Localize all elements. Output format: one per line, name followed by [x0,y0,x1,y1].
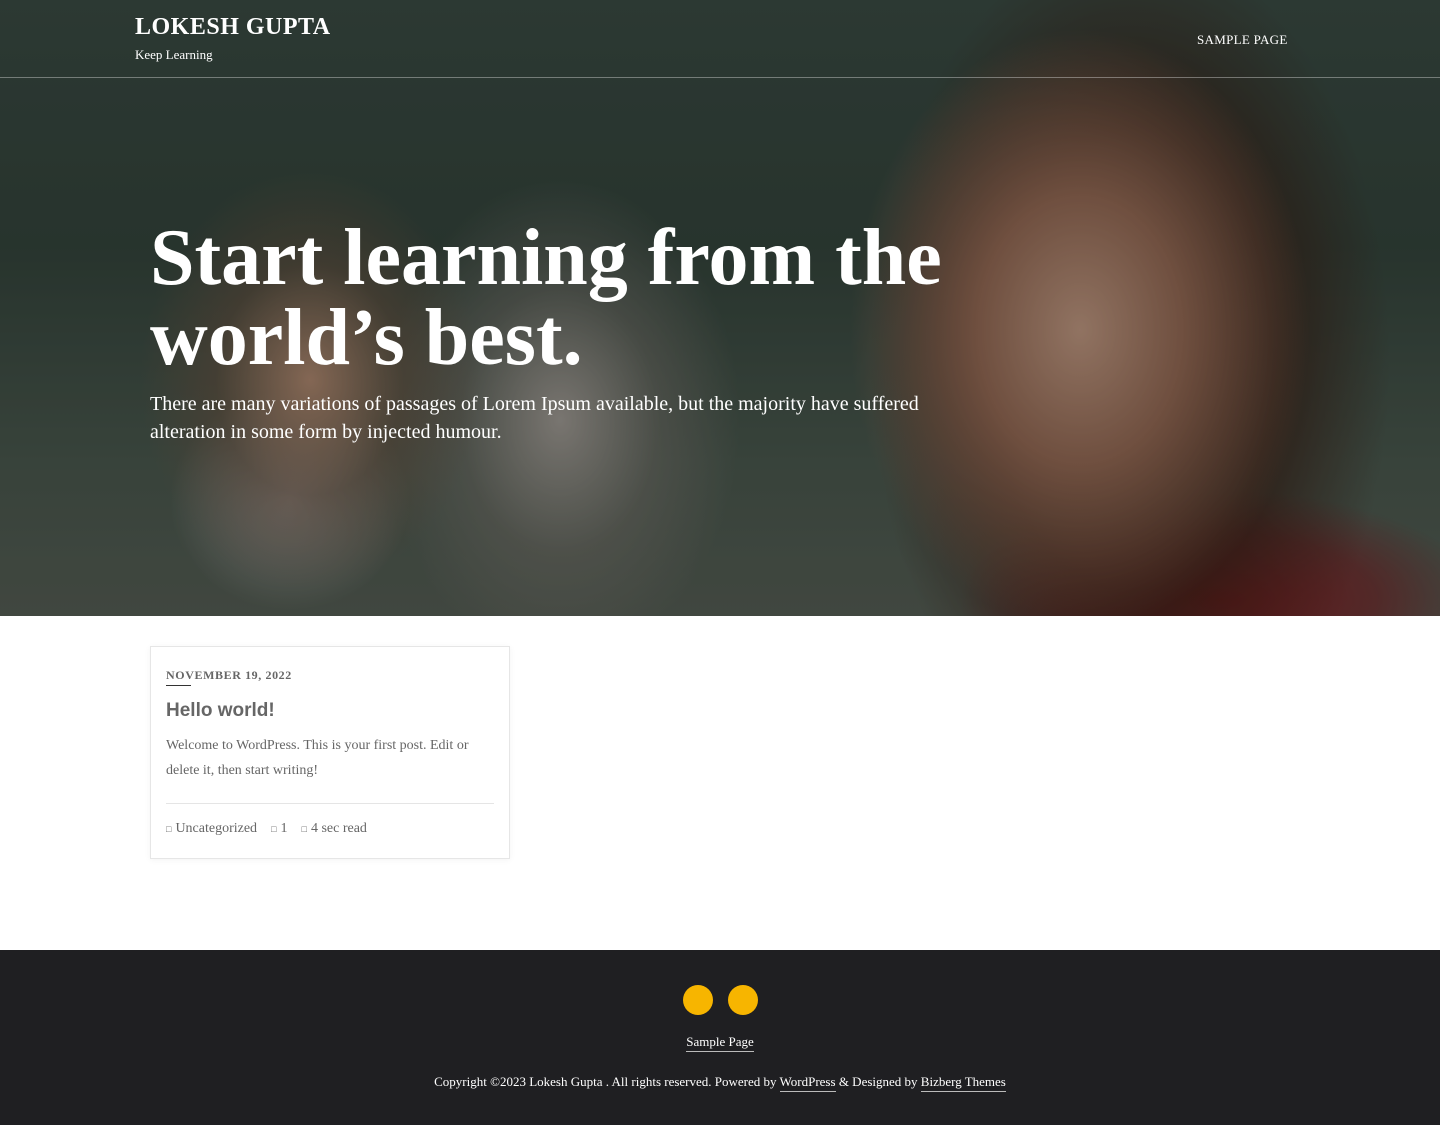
post-title[interactable]: Hello world! [166,700,275,722]
comment-icon: □ [271,824,277,834]
comment-count[interactable]: 1 [281,821,288,837]
read-time: 4 sec read [310,821,367,836]
folder-icon: □ [166,824,172,834]
social-icon[interactable] [683,985,713,1015]
wordpress-link[interactable]: WordPress [779,1074,836,1092]
copyright-text: Copyright ©2023 Lokesh Gupta . All right… [434,1074,780,1089]
meta-comments[interactable]: □ 1 [271,821,287,837]
post-meta: □ Uncategorized □ 1 □ 4 sec read [166,821,367,837]
footer-link-sample-page[interactable]: Sample Page [686,1034,754,1052]
theme-link[interactable]: Bizberg Themes [920,1074,1006,1092]
hero-heading: Start learning from the world’s best. [150,214,942,382]
copyright: Copyright ©2023 Lokesh Gupta . All right… [0,1074,1440,1092]
site-footer: Sample Page Copyright ©2023 Lokesh Gupta… [0,950,1440,1125]
site-title[interactable]: LOKESH GUPTA [135,14,331,41]
hero-subtitle: There are many variations of passages of… [150,393,919,443]
date-underline [166,685,191,686]
post-divider [166,803,494,804]
meta-category[interactable]: □ Uncategorized [166,821,257,837]
site-header: LOKESH GUPTA Keep Learning SAMPLE PAGE [0,0,1440,78]
meta-read-time: □ 4 sec read [302,821,367,837]
post-date[interactable]: NOVEMBER 19, 2022 [166,668,292,683]
category-link[interactable]: Uncategorized [175,821,257,837]
post-card: NOVEMBER 19, 2022 Hello world! Welcome t… [150,646,510,859]
footer-nav: Sample Page [0,1034,1440,1052]
site-tagline: Keep Learning [135,47,213,62]
nav-item-sample-page[interactable]: SAMPLE PAGE [1197,32,1288,48]
post-excerpt: Welcome to WordPress. This is your first… [166,738,469,778]
social-icon[interactable] [728,985,758,1015]
designed-by-text: & Designed by [835,1074,921,1089]
clock-icon: □ [301,824,307,834]
